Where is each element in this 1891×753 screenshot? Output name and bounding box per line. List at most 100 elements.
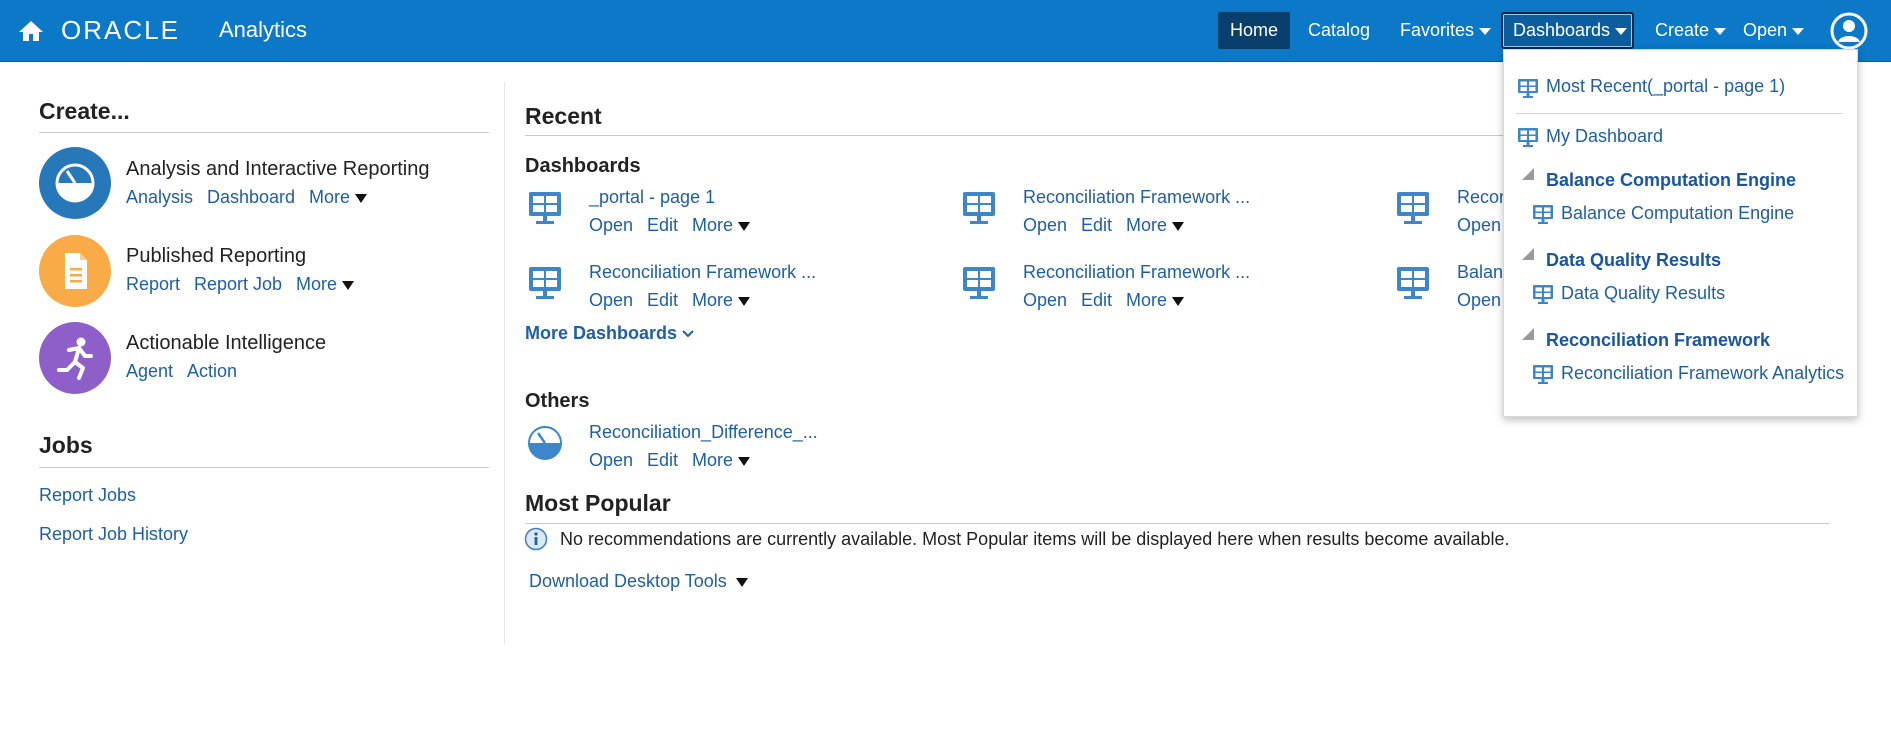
nav-create-label: Create	[1655, 20, 1710, 40]
analysis-circle[interactable]	[39, 147, 111, 219]
caret-down-icon	[342, 280, 355, 290]
recent-dashboard-name[interactable]: Reconciliation Framework ...	[1023, 187, 1250, 208]
actionable-circle[interactable]	[39, 322, 111, 394]
dropdown-reconciliation-item[interactable]: Reconciliation Framework Analytics	[1561, 363, 1844, 384]
dashboard-more-menu[interactable]: More	[692, 290, 751, 311]
caret-down-icon	[738, 221, 751, 231]
more-dashboards-link[interactable]: More Dashboards	[525, 323, 694, 344]
dashboard-more-menu[interactable]: More	[692, 215, 751, 236]
nav-dashboards[interactable]: Dashboards	[1501, 12, 1634, 49]
more-label: More	[692, 215, 734, 235]
recent-dashboard-name[interactable]: Reconciliation Framework ...	[589, 262, 816, 283]
more-dashboards-label: More Dashboards	[525, 323, 678, 343]
dashboard-icon	[529, 192, 561, 224]
other-open-link[interactable]: Open	[589, 450, 633, 471]
dashboard-open-link[interactable]: Open	[1023, 215, 1067, 236]
oracle-logo: ORACLE	[61, 15, 180, 45]
dropdown-most-recent[interactable]: Most Recent(_portal - page 1)	[1546, 76, 1785, 97]
dropdown-data-quality-item[interactable]: Data Quality Results	[1561, 283, 1725, 304]
analysis-title: Analysis and Interactive Reporting	[126, 158, 430, 180]
others-heading: Others	[525, 390, 590, 412]
info-icon	[524, 527, 548, 551]
nav-favorites-label: Favorites	[1400, 20, 1475, 40]
create-action-link[interactable]: Action	[187, 361, 237, 382]
product-name: Analytics	[219, 17, 308, 42]
dropdown-group-data-quality[interactable]: Data Quality Results	[1546, 250, 1721, 271]
dashboard-icon	[1518, 79, 1538, 98]
dashboard-open-link[interactable]: Open	[589, 215, 633, 236]
dashboard-icon	[1397, 267, 1429, 299]
create-published-more[interactable]: More	[296, 274, 355, 295]
document-icon	[65, 253, 87, 289]
create-analysis-link[interactable]: Analysis	[126, 187, 193, 208]
caret-down-icon	[738, 456, 751, 466]
dashboard-edit-link[interactable]: Edit	[1081, 290, 1112, 311]
user-avatar-icon[interactable]	[1830, 12, 1868, 50]
dropdown-group-reconciliation[interactable]: Reconciliation Framework	[1546, 330, 1770, 351]
nav-open-label: Open	[1743, 20, 1788, 40]
dashboard-icon	[963, 267, 995, 299]
running-person-icon	[57, 337, 93, 380]
home-icon[interactable]	[18, 19, 44, 43]
dashboard-icon	[529, 267, 561, 299]
other-edit-link[interactable]: Edit	[647, 450, 678, 471]
dashboard-open-link[interactable]: Open	[1023, 290, 1067, 311]
create-analysis-more[interactable]: More	[309, 187, 368, 208]
dashboard-icon	[1518, 128, 1538, 147]
dashboard-icon	[963, 192, 995, 224]
report-job-history-link[interactable]: Report Job History	[39, 524, 188, 545]
more-label: More	[692, 290, 734, 310]
jobs-heading: Jobs	[39, 432, 93, 458]
download-desktop-tools[interactable]: Download Desktop Tools	[529, 571, 748, 592]
published-circle[interactable]	[39, 235, 111, 307]
published-title: Published Reporting	[126, 245, 307, 267]
create-dashboard-link[interactable]: Dashboard	[207, 187, 295, 208]
dashboard-open-link[interactable]: Open	[1457, 215, 1501, 236]
report-jobs-link[interactable]: Report Jobs	[39, 485, 136, 506]
dropdown-group-balance[interactable]: Balance Computation Engine	[1546, 170, 1796, 191]
recent-dashboard-name[interactable]: Balan	[1457, 262, 1503, 283]
popular-message: No recommendations are currently availab…	[560, 529, 1510, 549]
dropdown-balance-item[interactable]: Balance Computation Engine	[1561, 203, 1794, 224]
dropdown-my-dashboard[interactable]: My Dashboard	[1546, 126, 1663, 147]
chevron-down-icon	[1479, 27, 1492, 35]
nav-catalog[interactable]: Catalog	[1296, 12, 1382, 49]
recent-other-name[interactable]: Reconciliation_Difference_...	[589, 422, 818, 443]
collapse-triangle-icon[interactable]	[1522, 328, 1534, 340]
nav-home[interactable]: Home	[1218, 12, 1290, 49]
dashboard-open-link[interactable]: Open	[589, 290, 633, 311]
nav-dashboards-label: Dashboards	[1513, 20, 1611, 40]
caret-down-icon	[1172, 221, 1185, 231]
other-more-menu[interactable]: More	[692, 450, 751, 471]
chevron-down-icon	[682, 330, 694, 338]
create-report-job-link[interactable]: Report Job	[194, 274, 282, 295]
chevron-down-icon	[1792, 27, 1805, 35]
nav-create[interactable]: Create	[1643, 12, 1738, 49]
most-popular-heading: Most Popular	[525, 490, 671, 516]
collapse-triangle-icon[interactable]	[1522, 248, 1534, 260]
create-agent-link[interactable]: Agent	[126, 361, 173, 382]
dashboard-more-menu[interactable]: More	[1126, 290, 1185, 311]
dashboard-open-link[interactable]: Open	[1457, 290, 1501, 311]
dashboard-edit-link[interactable]: Edit	[1081, 215, 1112, 236]
dropdown-divider	[1516, 113, 1843, 114]
download-label: Download Desktop Tools	[529, 571, 727, 591]
nav-open[interactable]: Open	[1731, 12, 1816, 49]
recent-dashboard-name[interactable]: _portal - page 1	[589, 187, 715, 208]
dashboard-edit-link[interactable]: Edit	[647, 290, 678, 311]
create-report-link[interactable]: Report	[126, 274, 180, 295]
recent-dashboard-name[interactable]: Reconciliation Framework ...	[1023, 262, 1250, 283]
caret-down-icon	[735, 577, 748, 587]
recent-dashboard-name[interactable]: Recon	[1457, 187, 1509, 208]
nav-favorites[interactable]: Favorites	[1388, 12, 1503, 49]
analysis-gauge-icon	[55, 163, 95, 203]
caret-down-icon	[1172, 296, 1185, 306]
collapse-triangle-icon[interactable]	[1522, 168, 1534, 180]
recent-dashboards-heading: Dashboards	[525, 155, 641, 177]
recent-heading: Recent	[525, 103, 602, 129]
dashboard-edit-link[interactable]: Edit	[647, 215, 678, 236]
dashboards-dropdown-menu: Most Recent(_portal - page 1) My Dashboa…	[1503, 49, 1858, 417]
dashboard-more-menu[interactable]: More	[1126, 215, 1185, 236]
caret-down-icon	[355, 193, 368, 203]
analysis-gauge-icon	[528, 426, 562, 460]
